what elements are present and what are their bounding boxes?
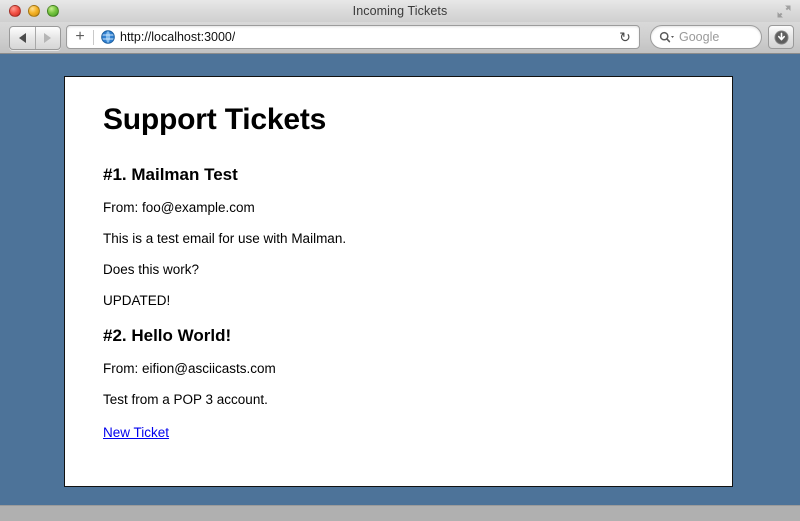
fullscreen-icon[interactable] (776, 4, 792, 19)
reload-button[interactable]: ↻ (611, 26, 639, 48)
page-title: Support Tickets (103, 103, 327, 136)
ticket-body-line: This is a test email for use with Mailma… (103, 230, 347, 246)
chevron-right-icon (44, 33, 52, 43)
ticket-item: #1. Mailman Test From: foo@example.com T… (103, 165, 694, 308)
page-viewport: Support Tickets #1. Mailman Test From: f… (0, 54, 800, 505)
downloads-button[interactable] (768, 25, 794, 49)
url-text[interactable]: http://localhost:3000/ (120, 30, 235, 44)
download-icon (774, 30, 788, 44)
search-field[interactable]: Google (650, 25, 762, 49)
navigation-buttons (9, 26, 61, 50)
ticket-from: From: eifion@asciicasts.com (103, 361, 276, 377)
ticket-item: #2. Hello World! From: eifion@asciicasts… (103, 326, 694, 408)
browser-window: Incoming Tickets + http://localhost:3000… (0, 0, 800, 505)
page-content: Support Tickets #1. Mailman Test From: f… (64, 76, 733, 487)
ticket-title: #1. Mailman Test (103, 165, 238, 184)
browser-toolbar: + http://localhost:3000/ ↻ Google (0, 22, 800, 54)
desktop-strip (0, 505, 800, 521)
ticket-title: #2. Hello World! (103, 326, 232, 346)
add-bookmark-button[interactable]: + (67, 29, 93, 45)
chevron-left-icon (18, 33, 26, 43)
window-title: Incoming Tickets (352, 4, 448, 18)
ticket-body-line: UPDATED! (103, 292, 171, 308)
title-bar: Incoming Tickets (0, 0, 800, 23)
forward-button[interactable] (34, 27, 61, 49)
search-icon (659, 31, 675, 44)
back-button[interactable] (10, 27, 35, 49)
address-bar[interactable]: + http://localhost:3000/ ↻ (66, 25, 640, 49)
new-ticket-link[interactable]: New Ticket (103, 425, 169, 440)
toolbar-divider (93, 29, 94, 45)
ticket-from: From: foo@example.com (103, 200, 255, 215)
search-placeholder: Google (679, 30, 720, 44)
ticket-body-line: Does this work? (103, 261, 200, 277)
ticket-body-line: Test from a POP 3 account. (103, 392, 268, 408)
globe-icon (101, 30, 115, 44)
